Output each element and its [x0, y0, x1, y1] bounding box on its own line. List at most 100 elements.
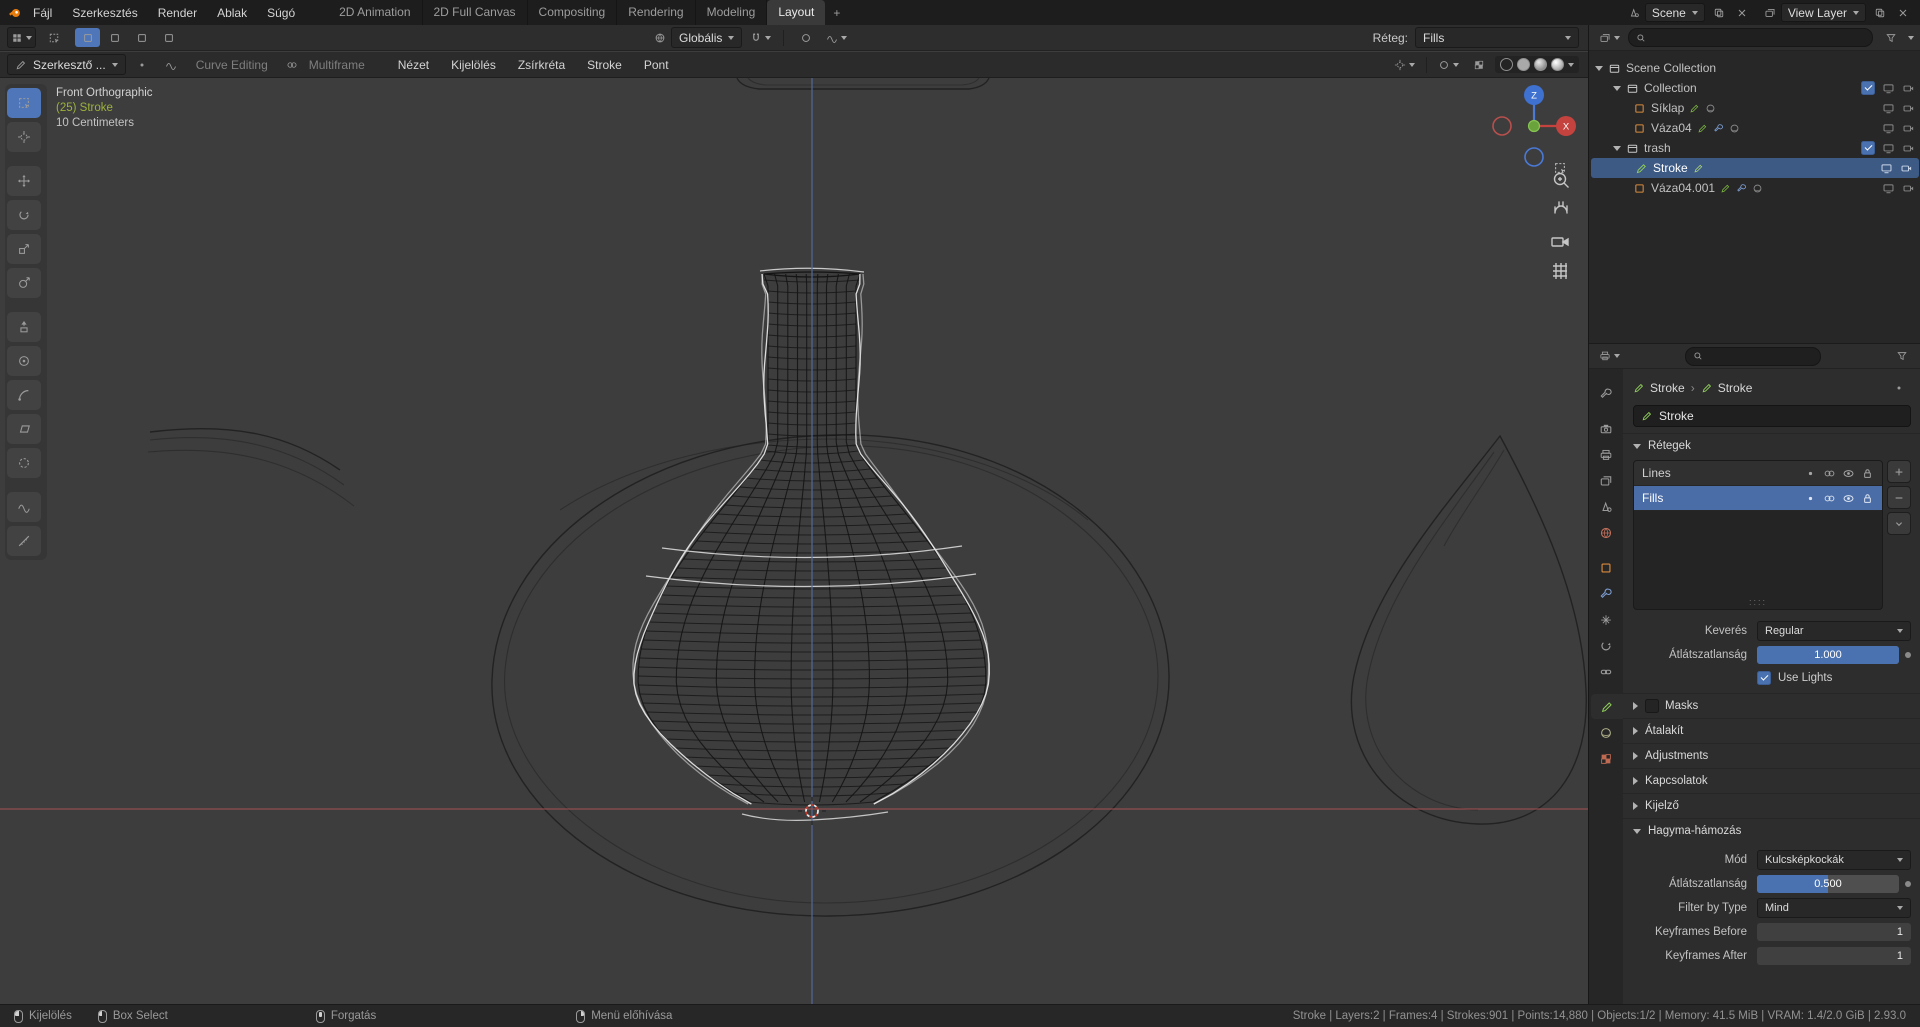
menu-window[interactable]: Ablak	[208, 3, 256, 23]
tab-output[interactable]	[1591, 442, 1621, 467]
tab-material[interactable]	[1591, 720, 1621, 745]
tab-modifiers[interactable]	[1591, 581, 1621, 606]
tool-to-sphere[interactable]	[7, 448, 41, 478]
editor-type-selector[interactable]	[7, 27, 36, 48]
falloff-curve-dropdown[interactable]	[823, 28, 850, 47]
collection-checkbox[interactable]	[1861, 141, 1875, 155]
layer-specials-button[interactable]	[1887, 512, 1911, 535]
disable-render-icon[interactable]	[1902, 102, 1915, 115]
mode-dropdown[interactable]: Szerkesztő ...	[7, 54, 126, 75]
disclosure-triangle-icon[interactable]	[1613, 85, 1621, 91]
onion-mode-dropdown[interactable]: Kulcsképkockák	[1757, 849, 1911, 870]
menu-help[interactable]: Súgó	[258, 3, 304, 23]
lock-layer-icon[interactable]	[1861, 467, 1874, 480]
animate-property-dot[interactable]	[1905, 651, 1911, 658]
filter-by-type-dropdown[interactable]: Mind	[1757, 897, 1911, 918]
panel-masks-header[interactable]: Masks	[1623, 693, 1920, 718]
grid-toggle-button[interactable]	[1553, 263, 1567, 279]
layers-listbox[interactable]: Lines Fills::::	[1633, 460, 1883, 610]
select-mode-extend-button[interactable]	[102, 28, 127, 47]
menu-file[interactable]: Fájl	[24, 3, 61, 23]
tab-texture[interactable]	[1591, 746, 1621, 771]
use-lights-row[interactable]: Use Lights	[1757, 669, 1911, 687]
outliner-row-collection[interactable]: Collection	[1589, 78, 1920, 98]
tab-2d-full-canvas[interactable]: 2D Full Canvas	[423, 0, 528, 25]
hide-viewport-icon[interactable]	[1882, 102, 1895, 115]
channel-color-icon[interactable]	[1804, 492, 1817, 505]
tool-extrude[interactable]	[7, 312, 41, 342]
outliner-row-scene-collection[interactable]: Scene Collection	[1589, 58, 1920, 78]
outliner-row-siklap[interactable]: Síklap	[1589, 98, 1920, 118]
gizmo-y-axis[interactable]	[1527, 119, 1541, 133]
properties-search[interactable]	[1685, 346, 1821, 366]
channel-color-icon[interactable]	[1804, 467, 1817, 480]
outliner-search-input[interactable]	[1651, 30, 1865, 45]
shading-wireframe-button[interactable]	[1500, 58, 1513, 71]
add-workspace-button[interactable]: +	[825, 4, 848, 22]
tool-interpolate[interactable]	[7, 492, 41, 522]
tool-shear[interactable]	[7, 414, 41, 444]
tab-view-layer[interactable]	[1591, 468, 1621, 493]
hide-viewport-icon[interactable]	[1882, 142, 1895, 155]
hide-viewport-icon[interactable]	[1882, 82, 1895, 95]
outliner-filter-button[interactable]	[1878, 28, 1903, 47]
tweak-tool-icon[interactable]	[41, 28, 66, 47]
tab-object-data[interactable]	[1591, 694, 1623, 719]
new-view-layer-button[interactable]	[1871, 4, 1889, 22]
tool-select-box[interactable]	[7, 88, 41, 118]
hide-viewport-icon[interactable]	[1882, 182, 1895, 195]
view-layer-selector[interactable]: View Layer	[1780, 3, 1866, 22]
outliner-editor-type-button[interactable]	[1596, 28, 1623, 47]
keyframes-after-field[interactable]: 1	[1757, 946, 1911, 965]
disable-render-icon[interactable]	[1902, 142, 1915, 155]
outliner-search[interactable]	[1628, 28, 1873, 47]
remove-layer-button[interactable]	[1887, 486, 1911, 509]
properties-editor-type-button[interactable]	[1596, 347, 1623, 366]
scene-selector[interactable]: Scene	[1644, 3, 1705, 22]
camera-view-button[interactable]	[1551, 237, 1569, 247]
tab-tool[interactable]	[1591, 381, 1621, 406]
transform-orientation-dropdown[interactable]: Globális	[671, 27, 743, 48]
tab-modeling[interactable]: Modeling	[696, 0, 768, 25]
tool-measure[interactable]	[7, 526, 41, 556]
add-layer-button[interactable]	[1887, 460, 1911, 483]
outliner-row-vaza04-001[interactable]: Váza04.001	[1589, 178, 1920, 198]
outliner-row-vaza04[interactable]: Váza04	[1589, 118, 1920, 138]
collection-checkbox[interactable]	[1861, 81, 1875, 95]
select-stroke-mode-icon[interactable]	[159, 55, 184, 74]
layer-row-fills[interactable]: Fills	[1634, 486, 1882, 511]
tab-scene[interactable]	[1591, 494, 1621, 519]
datablock-name-field[interactable]: Stroke	[1633, 405, 1911, 427]
shading-rendered-button[interactable]	[1551, 58, 1564, 71]
tool-cursor[interactable]	[7, 122, 41, 152]
multiframe-icon[interactable]	[280, 55, 305, 74]
properties-search-input[interactable]	[1708, 349, 1813, 363]
panel-relations-header[interactable]: Kapcsolatok	[1623, 768, 1920, 793]
menu-view[interactable]: Nézet	[389, 55, 438, 75]
panel-adjustments-header[interactable]: Adjustments	[1623, 743, 1920, 768]
tab-world[interactable]	[1591, 520, 1621, 545]
tab-rendering[interactable]: Rendering	[617, 0, 696, 25]
menu-select[interactable]: Kijelölés	[442, 55, 505, 75]
tab-2d-animation[interactable]: 2D Animation	[328, 0, 423, 25]
tool-scale[interactable]	[7, 234, 41, 264]
lock-layer-icon[interactable]	[1861, 492, 1874, 505]
disclosure-triangle-icon[interactable]	[1595, 65, 1603, 71]
tool-transform[interactable]	[7, 268, 41, 298]
panel-layers-header[interactable]: Rétegek	[1623, 433, 1920, 458]
disable-render-icon[interactable]	[1902, 122, 1915, 135]
tab-render[interactable]	[1591, 416, 1621, 441]
new-scene-button[interactable]	[1710, 4, 1728, 22]
hide-viewport-icon[interactable]	[1882, 122, 1895, 135]
list-resize-grip[interactable]: ::::	[1634, 597, 1882, 607]
disable-render-icon[interactable]	[1902, 182, 1915, 195]
menu-stroke[interactable]: Stroke	[578, 55, 631, 75]
masks-checkbox[interactable]	[1645, 699, 1659, 713]
menu-point[interactable]: Pont	[635, 55, 678, 75]
breadcrumb-object[interactable]: Stroke	[1633, 381, 1685, 395]
onion-skin-icon[interactable]	[1823, 492, 1836, 505]
active-layer-dropdown[interactable]: Fills	[1415, 27, 1579, 48]
3d-viewport[interactable]: Z X Front Orthographic (25) Stroke 10 Ce…	[0, 78, 1588, 1004]
shading-material-button[interactable]	[1534, 58, 1547, 71]
tool-radius[interactable]	[7, 346, 41, 376]
